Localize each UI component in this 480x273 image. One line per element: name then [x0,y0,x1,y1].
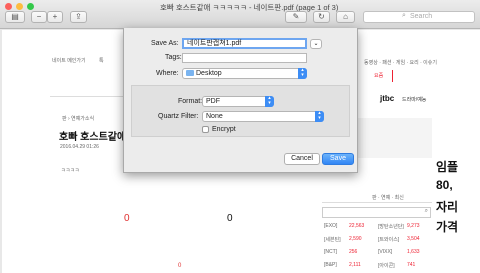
quartz-filter-label: Quartz Filter: [158,113,199,120]
stock-name: [B&P] [324,262,337,268]
breadcrumb[interactable]: 판 › 연예가소식 [62,115,94,122]
sidebar-toggle-button[interactable]: ▤ [5,11,25,23]
stock-name: [VIXX] [378,249,393,255]
expand-dialog-button[interactable]: ⌄ [310,39,322,49]
minimize-window-button[interactable] [16,3,23,10]
list-header: 판 · 연예 · 최신 [372,195,404,201]
post-body: ㅋㅋㅋㅋ [61,168,80,174]
stock-value: 741 [407,262,416,268]
search-placeholder: Search [410,13,433,20]
encrypt-label: Encrypt [212,126,236,133]
quartz-filter-value: None [206,113,223,120]
stock-name: [세븐틴] [324,237,341,243]
zoom-out-icon: − [36,12,42,21]
markup-button[interactable]: ✎ [285,11,307,23]
where-stepper-icon: ▴ ▾ [298,68,307,79]
stock-value: 9,273 [407,223,420,229]
window-title: 호빠 호스트같애 ㅋㅋㅋㅋㅋ - 네이트판.pdf (page 1 of 3) [160,3,339,12]
cancel-button[interactable]: Cancel [284,153,320,165]
search-icon: ⌕ [402,12,406,19]
format-value: PDF [206,98,220,105]
folder-icon [186,70,194,77]
save-button[interactable]: Save [322,153,354,165]
where-label: Where: [156,70,179,77]
promo-line-1: 임플 [436,160,459,174]
zoom-in-icon: + [52,12,58,21]
search-field[interactable]: ⌕ Search [363,11,475,23]
nav-highlight[interactable]: 요즘 [374,72,383,79]
stock-value: 2,590 [349,236,362,242]
share-icon: ⇪ [75,12,82,21]
nav-links[interactable]: 동영상 · 패션 · 게임 · 요리 · 이슈기 [364,59,437,66]
ad-logo: jtbc [380,94,395,103]
count-black: 0 [227,213,233,224]
save-as-label: Save As: [151,40,179,47]
nav-talk-link[interactable]: 톡 [99,57,104,64]
post-date: 2016.04.29 01:26 [60,144,99,150]
zoom-window-button[interactable] [27,3,34,10]
share-button[interactable]: ⇪ [70,11,87,23]
zoom-in-button[interactable]: + [47,11,63,23]
encrypt-checkbox[interactable] [202,126,209,133]
promo-line-4: 가격 [436,220,459,234]
nav-home-link[interactable]: 네이트 메인가기 [52,57,86,64]
nav-divider [392,70,393,82]
where-value: Desktop [196,70,222,77]
stock-name: [방탄소년단] [378,224,404,230]
format-label: Format: [178,98,203,105]
promo-line-3: 자리 [436,200,459,214]
stock-name: [NCT] [324,249,338,255]
quartz-stepper-icon: ▴ ▾ [315,111,324,122]
window-toolbar: 호빠 호스트같애 ㅋㅋㅋㅋㅋ - 네이트판.pdf (page 1 of 3) … [0,0,480,29]
stock-name: [트와이스] [378,237,400,243]
list-search-icon: ⌕ [424,208,428,214]
ad-text: 드라마/예능 [402,97,427,103]
stock-value: 3,504 [407,236,420,242]
list-divider [322,202,432,203]
sidebar-icon: ▤ [11,12,19,21]
tags-input[interactable] [182,53,307,63]
chevron-down-icon: ⌄ [313,41,319,47]
format-select[interactable]: PDF ▴ ▾ [202,96,274,107]
close-window-button[interactable] [5,3,12,10]
stock-name: [EXO] [324,223,338,229]
count-small: 0 [178,263,182,269]
zoom-out-button[interactable]: − [31,11,47,23]
where-select[interactable]: Desktop ▴ ▾ [182,68,307,79]
save-as-input[interactable]: 네이트판캡쳐1.pdf [182,38,307,49]
toolbox-button[interactable]: ⌂ [336,11,355,23]
format-stepper-icon: ▴ ▾ [265,96,274,107]
count-red: 0 [124,213,130,224]
stock-value: 256 [349,249,358,255]
save-as-value: 네이트판캡쳐1.pdf [187,40,242,47]
toolbox-icon: ⌂ [343,12,348,21]
list-search-box[interactable]: ⌕ [322,207,431,218]
pen-icon: ✎ [292,12,300,21]
tags-label: Tags: [165,54,182,61]
save-dialog: Save As: 네이트판캡쳐1.pdf ⌄ Tags: Where: Desk… [123,28,358,173]
stock-value: 22,563 [349,223,365,229]
rotate-icon: ↻ [318,12,325,21]
options-panel: Format: PDF ▴ ▾ Quartz Filter: None ▴ ▾ En… [131,85,350,137]
stock-name: [아이콘] [378,263,395,269]
quartz-filter-select[interactable]: None ▴ ▾ [202,111,324,122]
stock-value: 1,633 [407,249,420,255]
promo-line-2: 80, [436,178,453,192]
stock-value: 2,111 [349,262,361,268]
rotate-button[interactable]: ↻ [313,11,330,23]
